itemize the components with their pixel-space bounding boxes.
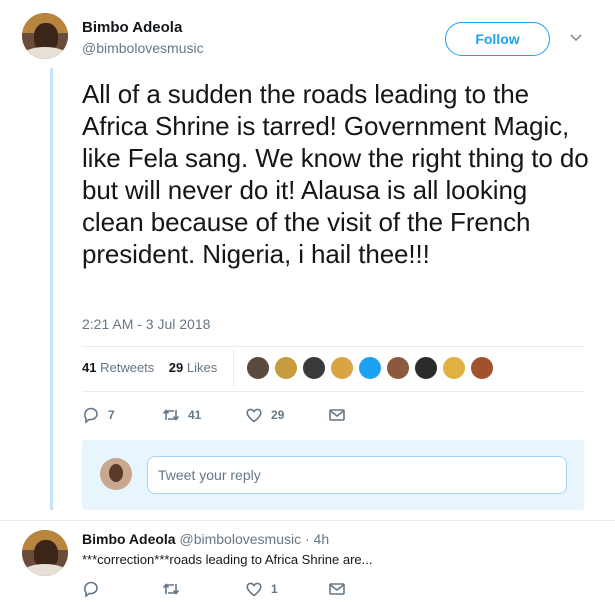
divider (0, 520, 615, 521)
retweets-stat[interactable]: 41 Retweets (82, 360, 154, 375)
liker-avatar[interactable] (414, 356, 438, 380)
divider (82, 391, 584, 392)
envelope-icon (329, 583, 345, 595)
retweet-button[interactable]: 41 (162, 405, 201, 425)
reply-actions: 1 (82, 580, 382, 598)
reply-author-avatar[interactable] (22, 530, 68, 576)
current-user-avatar (100, 458, 132, 490)
liker-avatar[interactable] (442, 356, 466, 380)
likes-stat[interactable]: 29 Likes (169, 360, 217, 375)
author-handle[interactable]: @bimbolovesmusic (82, 40, 204, 56)
engagement-stats: 41 Retweets 29 Likes (82, 360, 217, 375)
liker-avatar[interactable] (470, 356, 494, 380)
chevron-down-icon[interactable] (569, 30, 583, 44)
divider (82, 346, 584, 347)
liker-avatar[interactable] (246, 356, 270, 380)
envelope-icon (329, 409, 345, 421)
reply-header: Bimbo Adeola @bimbolovesmusic · 4h (82, 531, 329, 547)
like-button[interactable]: 29 (245, 405, 284, 425)
reply-button[interactable]: 7 (82, 405, 115, 425)
author-display-name[interactable]: Bimbo Adeola (82, 19, 182, 36)
reply-input[interactable] (147, 456, 567, 494)
thread-line (50, 68, 53, 510)
tweet-timestamp[interactable]: 2:21 AM - 3 Jul 2018 (82, 316, 210, 332)
liker-avatar[interactable] (330, 356, 354, 380)
reply-like-button[interactable]: 1 (245, 580, 278, 598)
tweet-actions: 7 41 29 (82, 405, 382, 425)
speech-bubble-icon (84, 407, 98, 424)
retweet-icon (162, 409, 180, 421)
liker-avatar[interactable] (302, 356, 326, 380)
heart-icon (246, 582, 262, 597)
reply-retweet-button[interactable] (162, 580, 188, 598)
reply-reply-button[interactable] (82, 580, 108, 598)
reply-author-handle[interactable]: @bimbolovesmusic (180, 531, 302, 547)
reply-author-name[interactable]: Bimbo Adeola (82, 531, 176, 547)
liker-avatar[interactable] (358, 356, 382, 380)
liker-avatar[interactable] (274, 356, 298, 380)
tweet-text: All of a sudden the roads leading to the… (82, 79, 589, 269)
reply-message-button[interactable] (328, 580, 354, 598)
heart-icon (246, 408, 262, 423)
retweet-icon (162, 583, 180, 595)
reply-text: ***correction***roads leading to Africa … (82, 552, 373, 567)
stats-separator (233, 350, 234, 386)
speech-bubble-icon (84, 581, 98, 598)
author-avatar[interactable] (22, 13, 68, 59)
reply-time[interactable]: · 4h (305, 531, 329, 547)
follow-button[interactable]: Follow (445, 22, 550, 56)
reply-composer (82, 440, 584, 510)
direct-message-button[interactable] (328, 405, 354, 425)
liker-avatar[interactable] (386, 356, 410, 380)
